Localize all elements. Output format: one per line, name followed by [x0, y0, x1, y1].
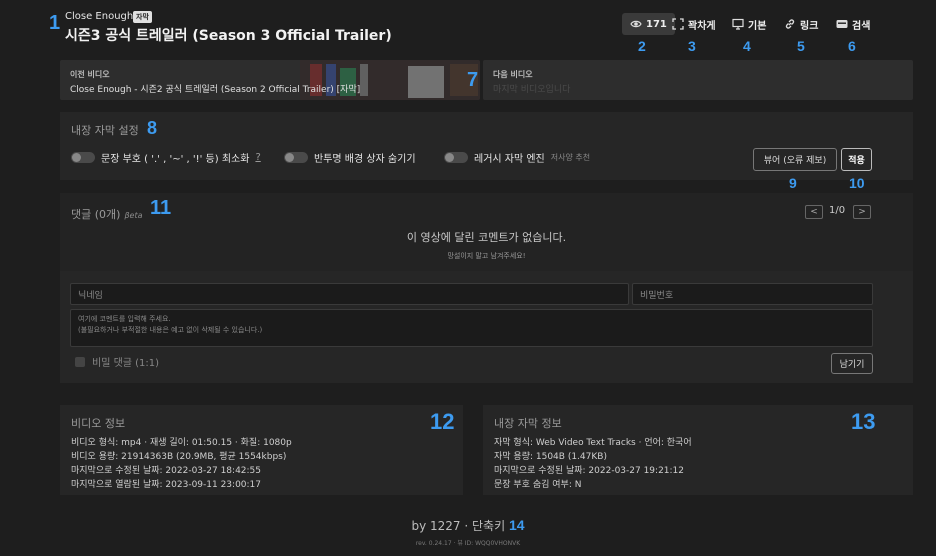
default-view-button[interactable]: 기본: [724, 13, 774, 35]
video-info-panel: 비디오 정보 12 비디오 형식: mp4 · 재생 길이: 01:50.15 …: [60, 405, 463, 495]
help-link[interactable]: ?: [255, 152, 260, 163]
legacy-engine-note: 저사양 추천: [550, 153, 591, 162]
comments-count: 댓글 (0개): [71, 208, 121, 221]
secret-comment-label: 비밀 댓글 (1:1): [92, 358, 160, 369]
annotation-1: 1: [49, 12, 61, 34]
annotation-12: 12: [430, 409, 455, 434]
empty-submessage: 망설이지 말고 남겨주세요!: [447, 252, 526, 260]
annotation-14: 14: [508, 517, 525, 533]
footer-credits: by 1227 · 단축키 14: [0, 517, 936, 534]
default-label: 기본: [748, 20, 767, 32]
subtitle-info-rows: 자막 형식: Web Video Text Tracks · 언어: 한국어 자…: [494, 436, 692, 492]
subtitle-info-title: 내장 자막 정보: [494, 417, 562, 430]
fullscreen-label: 꽉차게: [688, 20, 716, 32]
page-next-button[interactable]: >: [853, 205, 871, 219]
comment-textarea[interactable]: 여기에 코멘트를 입력해 주세요. (불필요하거나 부적절한 내용은 예고 없이…: [70, 309, 873, 347]
comments-panel: 댓글 (0개) βeta 11 < 1/0 > 이 영상에 달린 코멘트가 없습니…: [60, 193, 913, 383]
info-row: 자막 용량: 1504B (1.47KB): [494, 452, 607, 462]
toggle-switch[interactable]: [444, 152, 468, 163]
empty-message: 이 영상에 달린 코멘트가 없습니다.: [406, 231, 567, 244]
footer-by-text[interactable]: by 1227 · 단축키: [411, 519, 505, 533]
punctuation-toggle-label: 문장 부호 ( '.' , '~' , '!' 등) 최소화: [101, 154, 250, 165]
search-button[interactable]: 검색: [828, 13, 878, 35]
previous-video-label: 이전 비디오: [70, 70, 110, 79]
fullscreen-button[interactable]: 꽉차게: [664, 13, 724, 35]
annotation-10: 10: [849, 175, 865, 191]
legacy-engine-label: 레거시 자막 엔진: [474, 154, 545, 165]
textarea-placeholder-line: 여기에 코멘트를 입력해 주세요.: [78, 315, 171, 323]
submit-comment-button[interactable]: 남기기: [831, 353, 873, 374]
search-label: 검색: [852, 20, 871, 32]
info-row: 자막 형식: Web Video Text Tracks · 언어: 한국어: [494, 438, 692, 448]
previous-video-title: Close Enough - 시즌2 공식 트레일러 (Season 2 Off…: [70, 85, 361, 95]
previous-video[interactable]: 이전 비디오 Close Enough - 시즌2 공식 트레일러 (Seaso…: [60, 60, 480, 100]
comments-header: 댓글 (0개) βeta 11 < 1/0 > 이 영상에 달린 코멘트가 없습니…: [60, 193, 913, 271]
background-toggle-label: 반투명 배경 상자 숨기기: [314, 154, 416, 165]
next-video[interactable]: 다음 비디오 마지막 비디오입니다: [483, 60, 913, 100]
textarea-placeholder-line: (불필요하거나 부적절한 내용은 예고 없이 삭제될 수 있습니다.): [78, 326, 263, 334]
legacy-engine-toggle[interactable]: 레거시 자막 엔진 저사양 추천: [444, 150, 590, 165]
viewer-report-button[interactable]: 뷰어 (오류 제보): [753, 148, 837, 171]
footer-revision: rev. 0.24.17 · 뷰 ID: WQQ0VHONVK: [415, 540, 521, 547]
monitor-icon: [732, 18, 744, 30]
link-button[interactable]: 링크: [776, 13, 826, 35]
page-prev-button[interactable]: <: [805, 205, 823, 219]
secret-comment-checkbox[interactable]: 비밀 댓글 (1:1): [75, 354, 159, 369]
nickname-field[interactable]: 닉네임: [70, 283, 629, 305]
header: 1 Close Enough 자막 시즌3 공식 트레일러 (Season 3 …: [0, 0, 936, 54]
info-row: 비디오 형식: mp4 · 재생 길이: 01:50.15 · 화질: 1080…: [71, 438, 292, 448]
checkbox[interactable]: [75, 356, 85, 367]
apply-button[interactable]: 적용: [841, 148, 872, 171]
annotation-6: 6: [848, 38, 856, 54]
annotation-7: 7: [467, 69, 479, 91]
info-row: 마지막으로 수정된 날짜: 2022-03-27 19:21:12: [494, 466, 685, 476]
password-field[interactable]: 비밀번호: [632, 283, 873, 305]
subtitle-settings-title: 내장 자막 설정: [71, 124, 139, 137]
annotation-2: 2: [638, 38, 646, 54]
info-row: 문장 부호 숨김 여부: N: [494, 480, 582, 490]
annotation-4: 4: [743, 38, 751, 54]
subtitle-info-panel: 내장 자막 정보 13 자막 형식: Web Video Text Tracks…: [483, 405, 913, 495]
info-row: 비디오 용량: 21914363B (20.9MB, 평균 1554kbps): [71, 452, 287, 462]
annotation-8: 8: [147, 118, 158, 138]
annotation-3: 3: [688, 38, 696, 54]
link-icon: [785, 19, 795, 29]
annotation-13: 13: [851, 409, 876, 434]
beta-badge: βeta: [124, 211, 143, 220]
show-name[interactable]: Close Enough: [65, 11, 133, 22]
info-row: 마지막으로 수정된 날짜: 2022-03-27 18:42:55: [71, 466, 262, 476]
eye-icon: [630, 20, 642, 28]
comments-title: 댓글 (0개) βeta: [71, 206, 143, 222]
video-info-rows: 비디오 형식: mp4 · 재생 길이: 01:50.15 · 화질: 1080…: [71, 436, 292, 492]
expand-icon: [672, 18, 684, 30]
next-video-title: 마지막 비디오입니다: [493, 85, 571, 95]
search-box-icon: [836, 20, 848, 28]
punctuation-toggle[interactable]: 문장 부호 ( '.' , '~' , '!' 등) 최소화 ?: [71, 150, 261, 165]
annotation-5: 5: [797, 38, 805, 54]
toggle-switch[interactable]: [284, 152, 308, 163]
annotation-9: 9: [789, 175, 797, 191]
page-title: 시즌3 공식 트레일러 (Season 3 Official Trailer): [65, 28, 392, 44]
background-toggle[interactable]: 반투명 배경 상자 숨기기: [284, 150, 416, 165]
subtitle-tag: 자막: [133, 11, 152, 23]
annotation-11: 11: [150, 197, 172, 219]
page-info: 1/0: [829, 205, 846, 216]
link-label: 링크: [800, 20, 819, 32]
info-row: 마지막으로 열람된 날짜: 2023-09-11 23:00:17: [71, 480, 262, 490]
toggle-switch[interactable]: [71, 152, 95, 163]
next-video-label: 다음 비디오: [493, 70, 533, 79]
video-info-title: 비디오 정보: [71, 417, 126, 430]
